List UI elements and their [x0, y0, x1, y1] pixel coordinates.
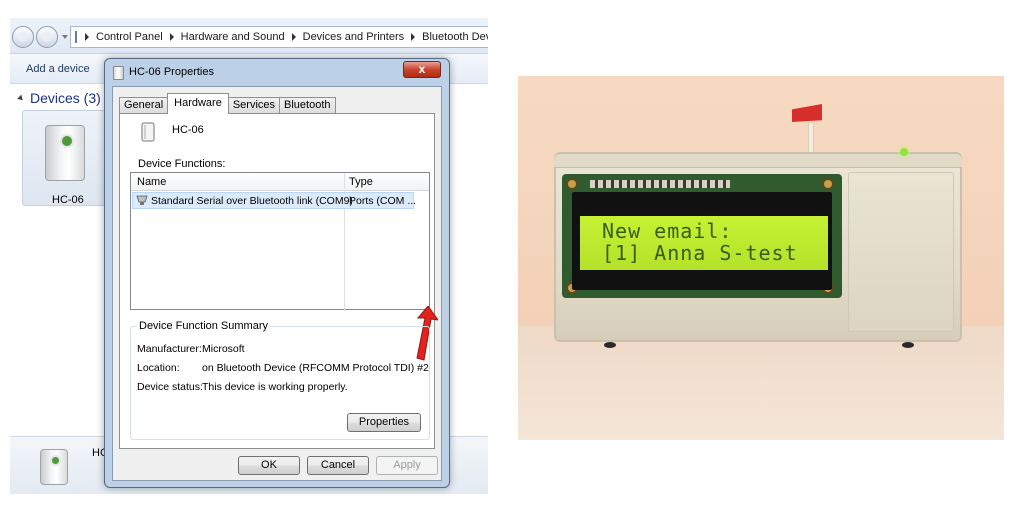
- device-tower-icon: [140, 122, 156, 145]
- tab-bluetooth[interactable]: Bluetooth: [279, 97, 336, 113]
- ok-button[interactable]: OK: [238, 456, 300, 475]
- control-panel-icon: [75, 31, 77, 43]
- list-header: Name Type: [131, 173, 429, 191]
- mount-hole: [822, 178, 834, 190]
- device-status-label: Device status:: [137, 381, 203, 393]
- column-header-type[interactable]: Type: [349, 176, 373, 188]
- device-label: HC-06: [52, 194, 84, 206]
- dialog-body: General Hardware Services Bluetooth HC-0…: [112, 86, 442, 481]
- lcd-screen: New email: [1] Anna S-test: [580, 216, 828, 270]
- mount-hole: [566, 178, 578, 190]
- enclosure-foot: [604, 342, 616, 348]
- forward-icon[interactable]: [36, 26, 58, 48]
- device-functions-list[interactable]: Name Type Standard Serial over Bluetooth…: [130, 172, 430, 311]
- header-pins: [590, 180, 730, 188]
- column-header-name[interactable]: Name: [137, 176, 166, 188]
- devices-group-header[interactable]: Devices (3): [17, 90, 101, 106]
- device-name: HC-06: [172, 124, 204, 136]
- breadcrumb-bluetooth-devices[interactable]: Bluetooth Devices: [422, 31, 488, 43]
- status-led: [900, 148, 908, 156]
- chevron-right-icon[interactable]: [291, 33, 296, 41]
- close-button[interactable]: x: [403, 61, 441, 78]
- chevron-right-icon[interactable]: [169, 33, 174, 41]
- summary-legend: Device Function Summary: [137, 320, 270, 332]
- tab-services[interactable]: Services: [227, 97, 281, 113]
- manufacturer-value: Microsoft: [202, 343, 245, 355]
- device-tile-hc06[interactable]: [22, 110, 108, 206]
- enclosure-foot: [902, 342, 914, 348]
- collapse-icon[interactable]: [17, 94, 25, 102]
- apply-button[interactable]: Apply: [376, 456, 438, 475]
- add-device-button[interactable]: Add a device: [26, 63, 90, 75]
- devices-group-label: Devices (3): [30, 90, 101, 106]
- dialog-title: HC-06 Properties: [129, 66, 214, 78]
- red-flag: [792, 104, 822, 122]
- cancel-button[interactable]: Cancel: [307, 456, 369, 475]
- device-function-summary: Device Function Summary Manufacturer: Mi…: [130, 320, 430, 440]
- address-bar: Control Panel Hardware and Sound Devices…: [10, 18, 488, 54]
- tab-hardware[interactable]: Hardware: [167, 93, 229, 114]
- properties-dialog: HC-06 Properties x General Hardware Serv…: [104, 58, 450, 488]
- table-surface: [518, 326, 1004, 440]
- serial-port-icon: [136, 195, 148, 205]
- device-tower-icon: [40, 449, 68, 485]
- chevron-right-icon[interactable]: [85, 33, 89, 41]
- device-tower-icon: [113, 66, 124, 80]
- list-item[interactable]: Standard Serial over Bluetooth link (COM…: [132, 192, 417, 209]
- lcd-line-1: New email:: [602, 219, 733, 243]
- device-photo: New email: [1] Anna S-test: [518, 76, 1004, 440]
- hardware-tab-panel: HC-06 Device Functions: Name Type Standa…: [119, 113, 438, 449]
- recent-pages-dropdown-icon[interactable]: [62, 35, 68, 39]
- location-label: Location:: [137, 362, 180, 374]
- device-status-value: This device is working properly.: [202, 381, 348, 393]
- enclosure-lid: [554, 154, 962, 168]
- tab-strip: General Hardware Services Bluetooth: [119, 93, 336, 115]
- row-name: Standard Serial over Bluetooth link (COM…: [151, 195, 353, 207]
- location-value: on Bluetooth Device (RFCOMM Protocol TDI…: [202, 362, 429, 374]
- manufacturer-label: Manufacturer:: [137, 343, 202, 355]
- breadcrumb[interactable]: Control Panel Hardware and Sound Devices…: [70, 26, 488, 48]
- tab-general[interactable]: General: [119, 97, 169, 113]
- device-tower-icon: [45, 125, 85, 181]
- properties-button[interactable]: Properties: [347, 413, 421, 432]
- enclosure-panel: [848, 172, 954, 332]
- chevron-right-icon[interactable]: [411, 33, 416, 41]
- row-type: Ports (COM ...: [349, 195, 417, 207]
- device-functions-label: Device Functions:: [138, 158, 226, 170]
- lcd-line-2: [1] Anna S-test: [602, 241, 798, 265]
- breadcrumb-control-panel[interactable]: Control Panel: [96, 31, 163, 43]
- breadcrumb-devices-and-printers[interactable]: Devices and Printers: [303, 31, 405, 43]
- breadcrumb-hardware-and-sound[interactable]: Hardware and Sound: [181, 31, 285, 43]
- back-icon[interactable]: [12, 26, 34, 48]
